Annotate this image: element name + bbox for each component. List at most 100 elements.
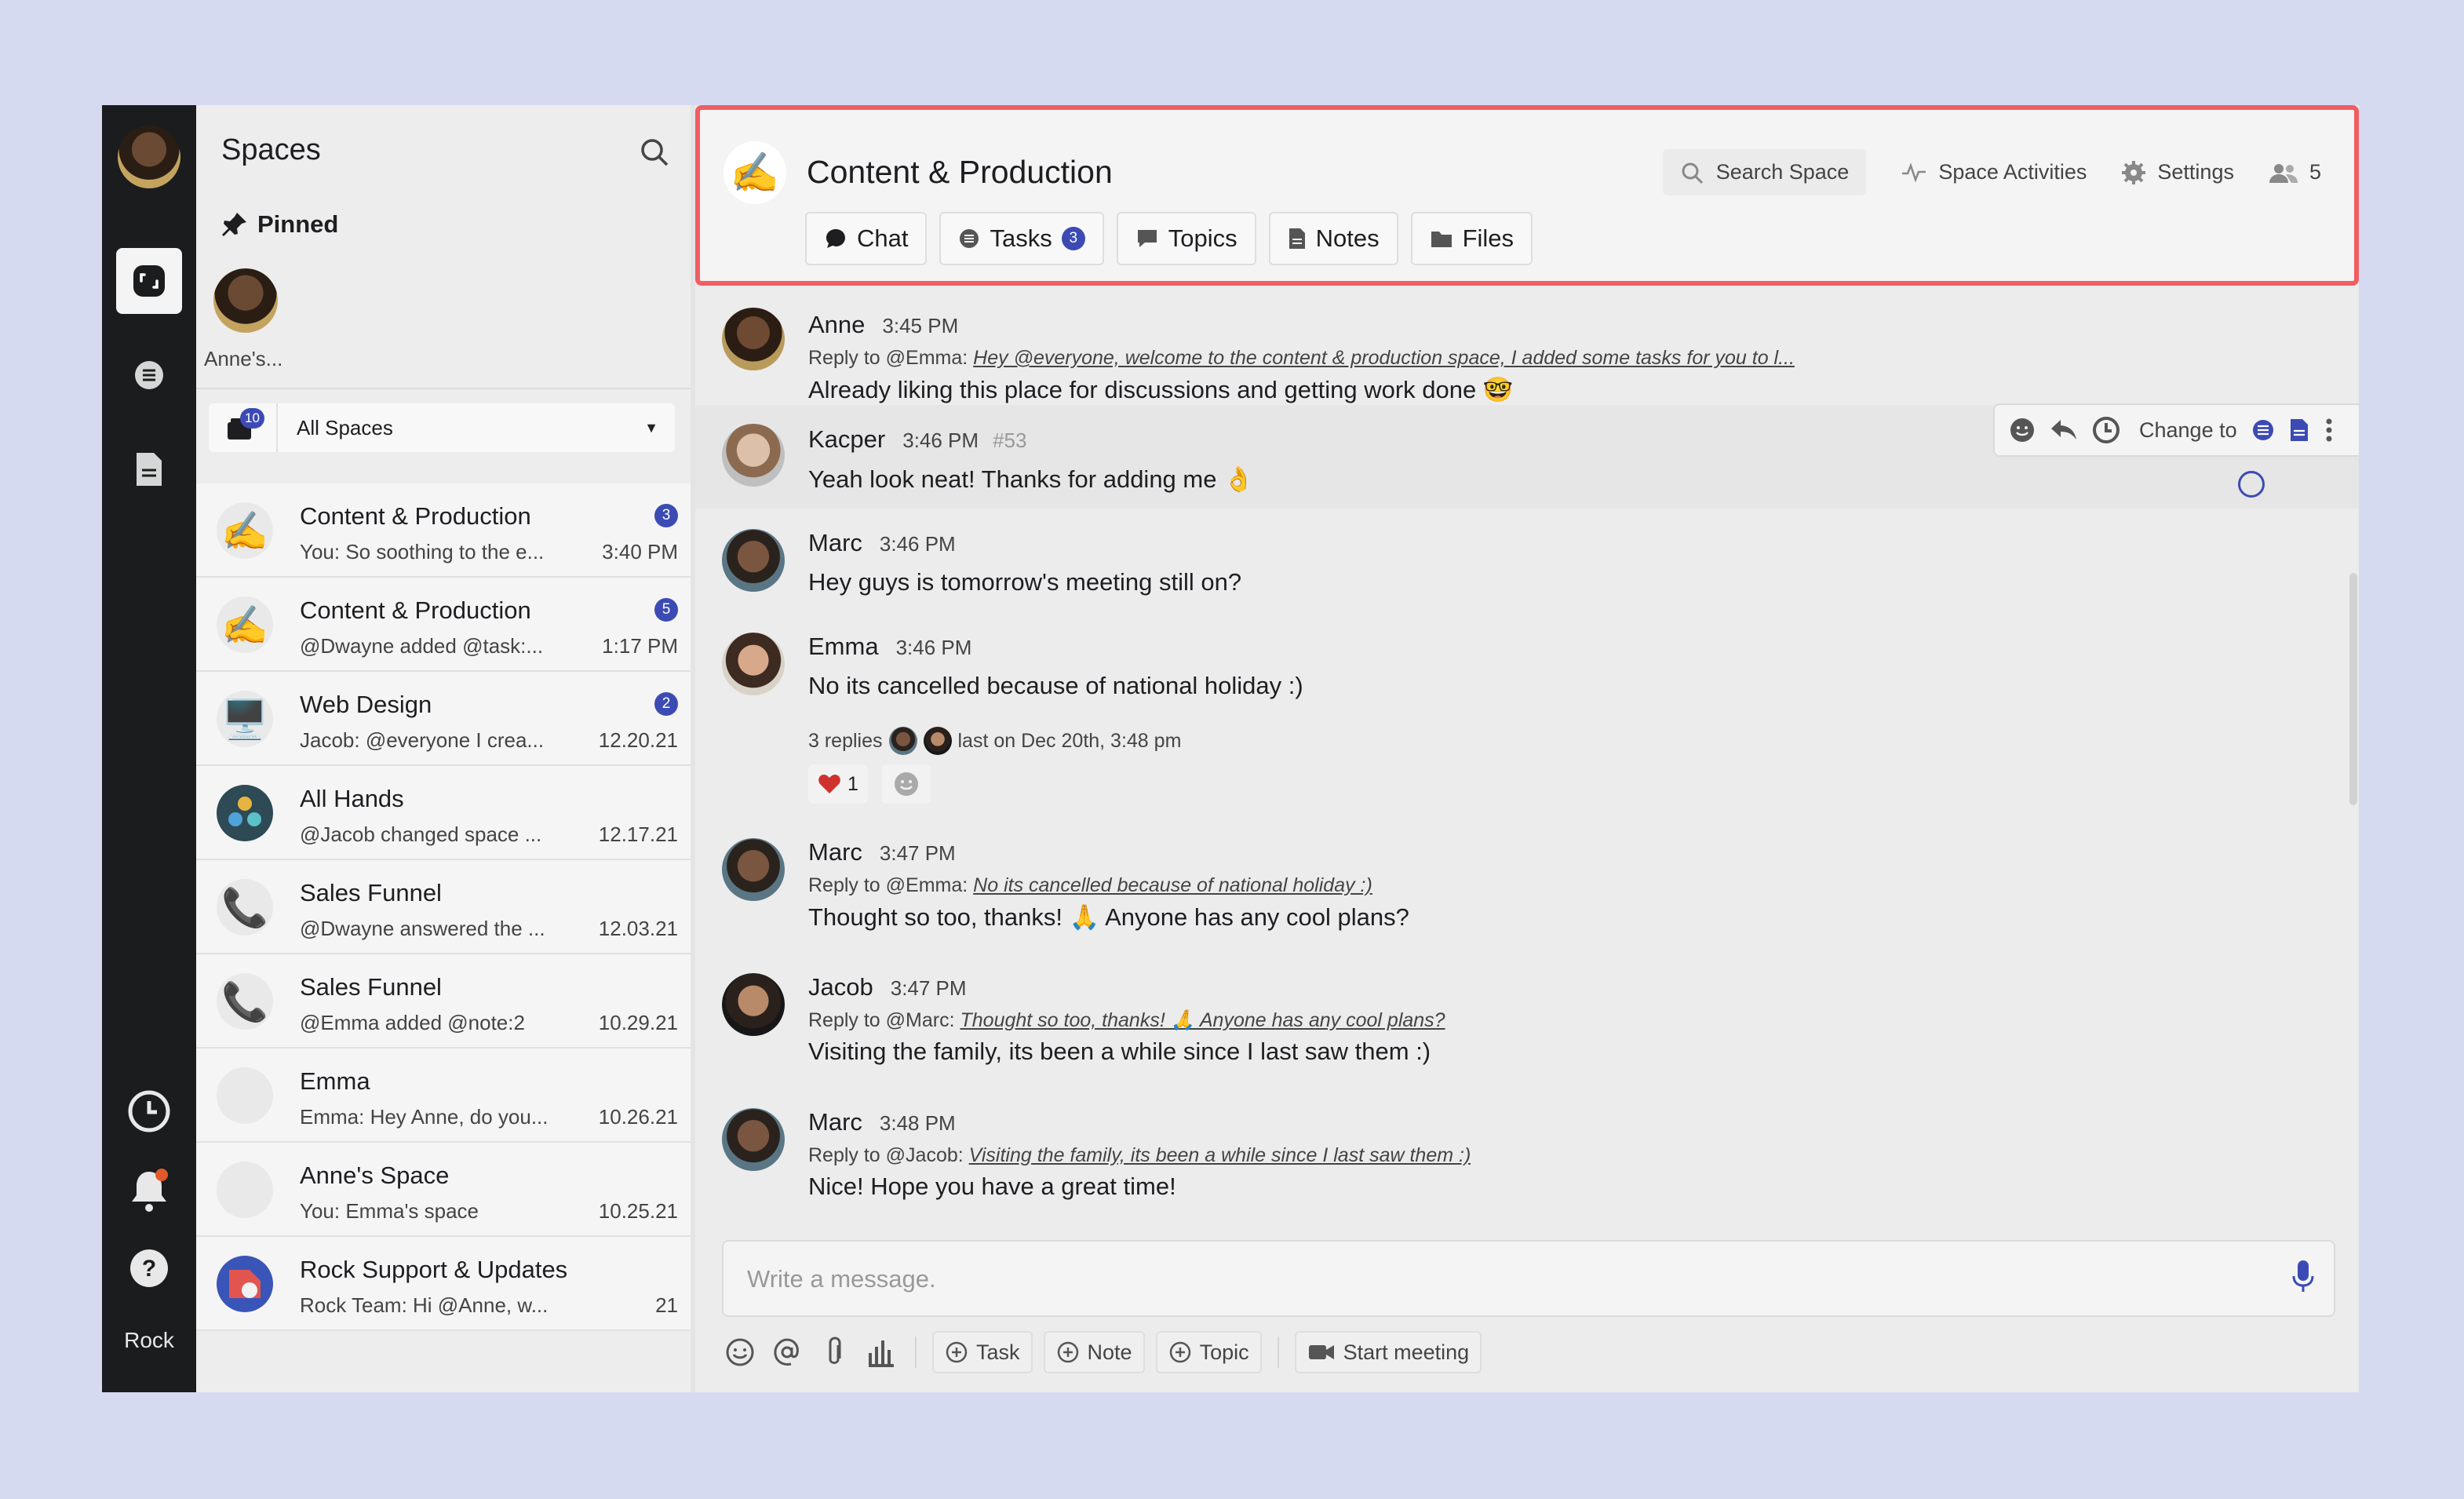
read-status-indicator	[2238, 471, 2265, 498]
message-input[interactable]: Write a message.	[747, 1265, 936, 1293]
help-icon: ?	[130, 1249, 168, 1287]
space-name: Rock Support & Updates	[300, 1256, 568, 1283]
more-options-icon[interactable]	[2324, 417, 2335, 443]
reply-prefix: Reply to @Marc:	[808, 1009, 955, 1031]
message[interactable]: Jacob 3:47 PM Reply to @Marc: Thought so …	[695, 959, 2359, 1094]
microphone-button[interactable]	[2291, 1259, 2315, 1299]
message-time: 3:47 PM	[890, 976, 967, 1000]
history-nav-button[interactable]	[116, 1078, 182, 1144]
message-time: 3:46 PM	[879, 532, 956, 556]
spaces-search-button[interactable]	[639, 137, 670, 172]
message[interactable]: Marc 3:46 PM Hey guys is tomorrow's meeti…	[695, 509, 2359, 612]
message[interactable]: Marc 3:47 PM Reply to @Emma: No its cance…	[695, 824, 2359, 959]
clock-icon	[128, 1090, 170, 1132]
pinned-label: Pinned	[257, 210, 339, 238]
space-list-item[interactable]: Emma Emma: Hey Anne, do you... 10.26.21	[196, 1049, 691, 1143]
tab-tasks[interactable]: Tasks 3	[939, 212, 1104, 265]
author-name: Marc	[808, 529, 862, 556]
microphone-icon	[2292, 1260, 2314, 1292]
thread-summary[interactable]: 3 replies last on Dec 20th, 3:48 pm	[808, 727, 1181, 755]
add-note-button[interactable]: Note	[1043, 1331, 1145, 1373]
spaces-nav-button[interactable]	[116, 248, 182, 314]
clock-icon[interactable]	[2092, 416, 2120, 444]
list-icon	[135, 361, 163, 389]
scrollbar[interactable]	[2349, 573, 2357, 805]
space-tabs: Chat Tasks 3 Topics Notes Files	[805, 212, 1533, 265]
author-name: Marc	[808, 838, 862, 866]
message[interactable]: Anne 3:45 PM Reply to @Emma: Hey @everyon…	[695, 290, 2359, 405]
poll-button[interactable]	[863, 1334, 899, 1370]
space-list-item[interactable]: 📞 Sales Funnel @Emma added @note:2 10.29…	[196, 954, 691, 1049]
message[interactable]: Marc 3:48 PM Reply to @Jacob: Visiting th…	[695, 1094, 2359, 1229]
space-list-item[interactable]: Anne's Space You: Emma's space 10.25.21	[196, 1143, 691, 1237]
notifications-nav-button[interactable]	[116, 1157, 182, 1223]
space-time: 3:40 PM	[602, 540, 678, 563]
add-reaction-button[interactable]	[881, 764, 931, 804]
gear-icon	[2122, 160, 2146, 184]
avatar	[722, 633, 785, 695]
user-avatar[interactable]	[118, 126, 180, 188]
search-space-button[interactable]: Search Space	[1662, 149, 1867, 195]
add-topic-button[interactable]: Topic	[1155, 1331, 1262, 1373]
tab-chat[interactable]: Chat	[805, 212, 928, 265]
reply-reference[interactable]: Reply to @Marc: Thought so too, thanks! …	[808, 1009, 1445, 1032]
unread-badge: 3	[654, 504, 678, 527]
reply-reference[interactable]: Reply to @Emma: No its cancelled because…	[808, 874, 1372, 897]
activity-icon	[1902, 162, 1926, 183]
message-time: 3:45 PM	[882, 314, 959, 337]
members-button[interactable]: 5	[2269, 160, 2321, 184]
tab-topics[interactable]: Topics	[1116, 212, 1256, 265]
space-preview: You: So soothing to the e...	[300, 540, 545, 563]
search-space-label: Search Space	[1715, 160, 1850, 184]
app-window: ? Rock Spaces Pinned Anne's... 10 All Sp…	[102, 105, 2359, 1392]
start-meeting-button[interactable]: Start meeting	[1294, 1331, 1482, 1373]
space-name: Anne's Space	[300, 1162, 450, 1189]
space-filter-dropdown[interactable]: 10 All Spaces ▼	[209, 403, 675, 452]
pinned-space-avatar[interactable]	[213, 268, 278, 333]
space-list-item[interactable]: 🖥️ Web Design Jacob: @everyone I crea...…	[196, 672, 691, 766]
space-list-item[interactable]: 📞 Sales Funnel @Dwayne answered the ... …	[196, 860, 691, 954]
add-task-button[interactable]: Task	[932, 1331, 1033, 1373]
convert-to-task-icon[interactable]	[2251, 418, 2275, 442]
filter-label: All Spaces	[297, 415, 393, 439]
space-name: All Hands	[300, 785, 404, 812]
space-list-item[interactable]: ✍️ Content & Production You: So soothing…	[196, 483, 691, 578]
reply-icon[interactable]	[2050, 418, 2078, 442]
space-activities-button[interactable]: Space Activities	[1901, 160, 2087, 184]
message-ref: #53	[993, 429, 1027, 452]
message-text: Yeah look neat! Thanks for adding me 👌	[808, 465, 1254, 493]
help-nav-button[interactable]: ?	[116, 1235, 182, 1301]
document-icon	[1288, 228, 1305, 249]
message-composer[interactable]: Write a message.	[722, 1240, 2335, 1317]
space-preview: Rock Team: Hi @Anne, w...	[300, 1293, 549, 1317]
document-icon	[137, 453, 162, 486]
plus-circle-icon	[1057, 1341, 1078, 1363]
reply-reference[interactable]: Reply to @Emma: Hey @everyone, welcome t…	[808, 347, 1795, 370]
tab-files[interactable]: Files	[1410, 212, 1533, 265]
reply-reference[interactable]: Reply to @Jacob: Visiting the family, it…	[808, 1144, 1471, 1167]
tasks-nav-button[interactable]	[116, 342, 182, 408]
space-list-item[interactable]: ✍️ Content & Production @Dwayne added @t…	[196, 578, 691, 672]
space-list-item[interactable]: Rock Support & Updates Rock Team: Hi @An…	[196, 1237, 691, 1331]
tab-notes[interactable]: Notes	[1268, 212, 1398, 265]
space-list-item[interactable]: All Hands @Jacob changed space ... 12.17…	[196, 766, 691, 860]
add-reaction-icon[interactable]	[2009, 417, 2036, 443]
tab-label: Tasks	[990, 224, 1052, 252]
notes-nav-button[interactable]	[116, 436, 182, 502]
spaces-panel: Spaces Pinned Anne's... 10 All Spaces ▼ …	[196, 105, 691, 1392]
convert-to-note-icon[interactable]	[2289, 418, 2309, 443]
thread-count: 3 replies	[808, 729, 883, 752]
change-to-label: Change to	[2139, 418, 2237, 442]
emoji-add-icon	[894, 772, 918, 796]
space-time: 12.20.21	[598, 728, 678, 752]
attach-button[interactable]	[816, 1334, 852, 1370]
emoji-icon	[726, 1338, 754, 1366]
message[interactable]: Emma 3:46 PM No its cancelled because of …	[695, 612, 2359, 824]
mention-button[interactable]	[769, 1334, 805, 1370]
space-time: 12.03.21	[598, 917, 678, 940]
heart-reaction[interactable]: 1	[808, 764, 868, 804]
emoji-button[interactable]	[722, 1334, 758, 1370]
settings-button[interactable]: Settings	[2121, 160, 2234, 185]
avatar	[722, 973, 785, 1036]
search-icon	[641, 139, 669, 166]
